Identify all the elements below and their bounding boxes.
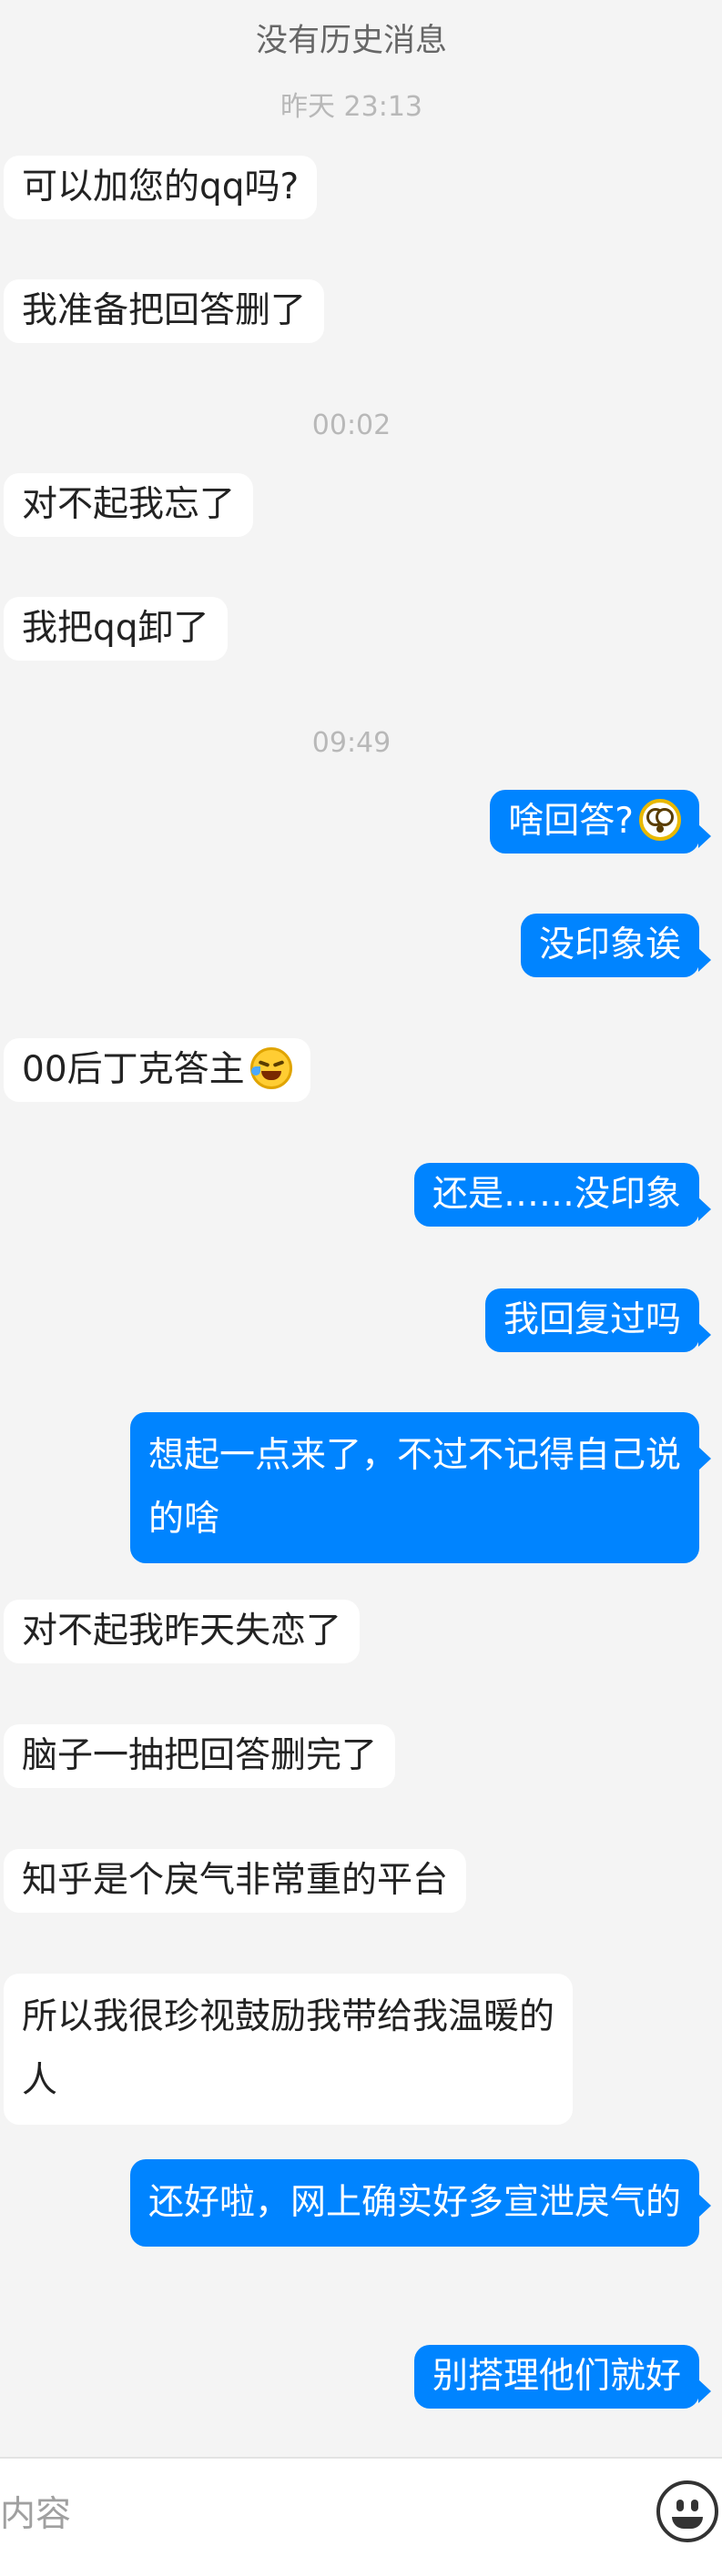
message-bubble-incoming[interactable]: 脑子一抽把回答删完了 [4, 1724, 396, 1788]
message-text: 啥回答? [508, 801, 634, 842]
message-bubble-incoming[interactable]: 可以加您的qq吗? [4, 156, 318, 219]
thinking-face-icon [639, 799, 681, 841]
message-bubble-outgoing[interactable]: 还好啦，网上确实好多宣泄戾气的 [130, 2159, 711, 2247]
no-history-notice[interactable]: 没有历史消息 [0, 20, 703, 62]
message-bubble-outgoing[interactable]: 还是……没印象 [413, 1163, 712, 1227]
message-bubble-incoming[interactable]: 对不起我昨天失恋了 [4, 1600, 361, 1663]
message-bubble-incoming[interactable]: 00后丁克答主 [4, 1038, 310, 1102]
timestamp: 00:02 [311, 409, 392, 441]
message-bubble-incoming[interactable]: 我准备把回答删了 [4, 279, 325, 343]
message-bubble-outgoing[interactable]: 没印象诶 [520, 914, 712, 977]
message-bubble-outgoing[interactable]: 想起一点来了，不过不记得自己说的啥 [130, 1412, 711, 1563]
message-bubble-outgoing[interactable]: 别搭理他们就好 [413, 2345, 712, 2409]
timestamp: 09:49 [311, 727, 392, 759]
laughing-tears-icon [249, 1047, 292, 1089]
message-bubble-incoming[interactable]: 对不起我忘了 [4, 473, 254, 537]
message-text: 00后丁克答主 [22, 1049, 245, 1090]
timestamp: 昨天 23:13 [280, 91, 422, 123]
message-input[interactable] [0, 2484, 628, 2544]
message-bubble-outgoing[interactable]: 我回复过吗 [484, 1288, 712, 1352]
message-bubble-incoming[interactable]: 所以我很珍视鼓励我带给我温暖的人 [4, 1974, 573, 2125]
chat-screen: 没有历史消息 昨天 23:13 可以加您的qq吗? 我准备把回答删了 00:02… [0, 0, 722, 2576]
message-bubble-incoming[interactable]: 我把qq卸了 [4, 597, 228, 661]
smiley-icon[interactable] [656, 2480, 718, 2542]
message-bubble-outgoing[interactable]: 啥回答? [490, 790, 711, 854]
message-input-bar [0, 2457, 722, 2576]
message-bubble-incoming[interactable]: 知乎是个戾气非常重的平台 [4, 1849, 467, 1913]
